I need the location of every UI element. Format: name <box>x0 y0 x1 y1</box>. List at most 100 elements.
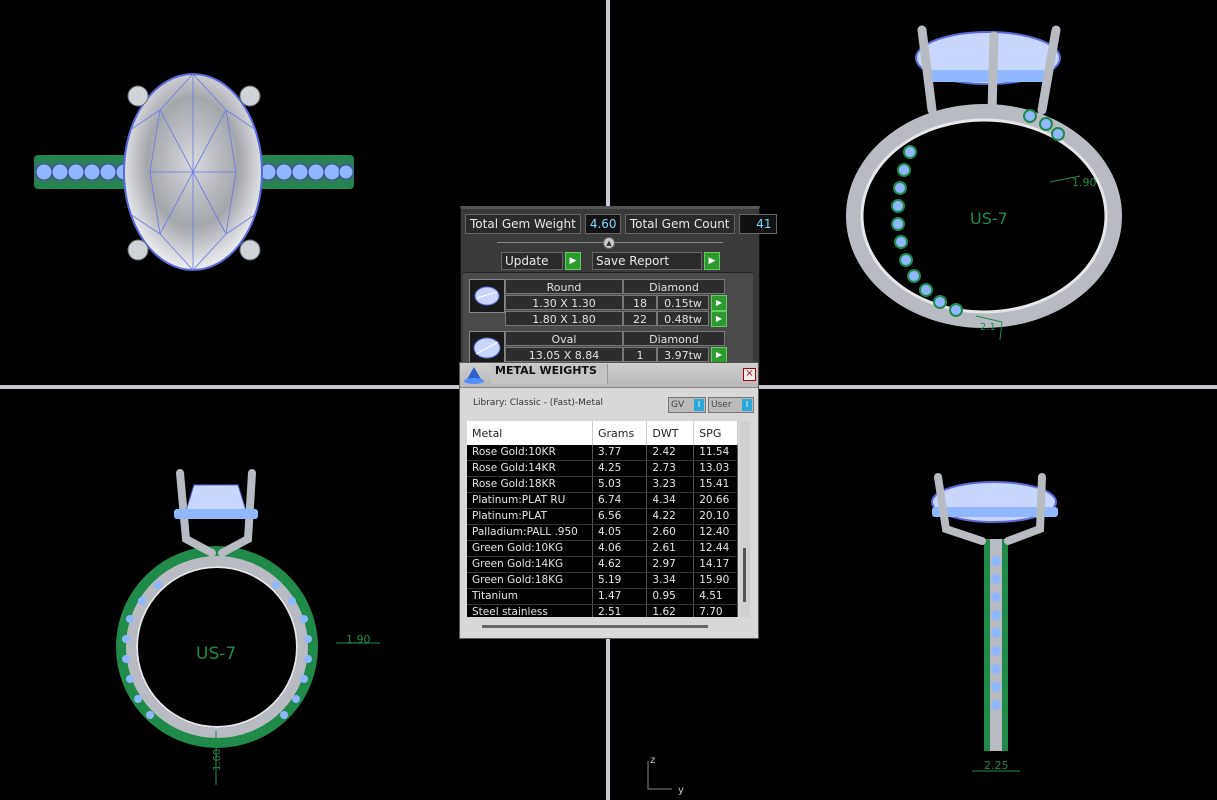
gem-weight: 0.15tw <box>657 295 709 310</box>
gem-material: Diamond <box>623 279 725 294</box>
gem-shape: Oval <box>505 331 623 346</box>
play-icon: ▶ <box>704 252 720 270</box>
table-cell: Titanium <box>467 588 593 605</box>
table-row[interactable]: Steel stainless 2.51 1.62 7.70 <box>467 604 738 617</box>
metal-weights-table: Metal Grams DWT SPG Rose Gold:10KR 3.77 2.… <box>467 421 738 617</box>
table-cell: 4.25 <box>592 460 648 477</box>
metal-table-body: Rose Gold:10KR 3.77 2.42 11.54 Rose Gold:14K… <box>467 445 738 617</box>
table-cell: 12.40 <box>693 524 738 541</box>
table-horizontal-scrollbar[interactable] <box>482 625 708 628</box>
total-gem-count-value: 41 <box>738 214 777 234</box>
gem-report-panel: Total Gem Weight 4.60 Total Gem Count 41… <box>460 206 777 368</box>
column-header[interactable]: Metal <box>467 421 593 445</box>
dimension-label: 1.90 <box>346 633 371 646</box>
table-cell: 20.10 <box>693 508 738 525</box>
play-icon[interactable]: ▶ <box>711 295 727 311</box>
table-cell: 1.47 <box>592 588 648 605</box>
library-label: Library: Classic - (Fast)-Metal <box>473 398 604 408</box>
gem-size: 1.30 X 1.30 <box>505 295 623 310</box>
update-button[interactable]: Update ▶ <box>501 252 581 270</box>
axis-y-label: y <box>678 785 684 796</box>
oval-gem-thumbnail[interactable] <box>469 331 505 365</box>
dimension-label: 1.90 <box>1072 176 1097 189</box>
table-cell: 12.44 <box>693 540 738 557</box>
table-row[interactable]: Titanium 1.47 0.95 4.51 <box>467 588 738 605</box>
toggle-knob-icon: I <box>742 399 752 411</box>
metal-weights-titlebar[interactable]: METAL WEIGHTS × <box>460 363 758 388</box>
table-cell: Platinum:PLAT <box>467 508 593 525</box>
total-gem-weight-label: Total Gem Weight <box>465 214 581 234</box>
table-cell: 3.77 <box>592 445 648 461</box>
table-cell: 14.17 <box>693 556 738 573</box>
gv-toggle[interactable]: GV I <box>668 397 706 413</box>
table-cell: Rose Gold:10KR <box>467 445 593 461</box>
save-report-button[interactable]: Save Report ▶ <box>592 252 720 270</box>
table-cell: 5.19 <box>592 572 648 589</box>
metal-weights-title: METAL WEIGHTS <box>491 364 608 384</box>
gem-weight: 3.97tw <box>657 347 709 362</box>
column-header[interactable]: SPG <box>693 421 738 445</box>
table-cell: 2.97 <box>646 556 695 573</box>
metal-scale-icon <box>464 367 484 384</box>
table-row[interactable]: Platinum:PLAT RU 6.74 4.34 20.66 <box>467 492 738 509</box>
play-icon: ▶ <box>565 252 581 270</box>
column-header[interactable]: DWT <box>646 421 695 445</box>
dimension-label: 2.1 <box>980 322 996 333</box>
dimension-label: 1.60 <box>212 749 223 771</box>
table-cell: 4.05 <box>592 524 648 541</box>
table-vertical-scrollbar[interactable] <box>740 421 750 617</box>
column-header[interactable]: Grams <box>592 421 648 445</box>
table-row[interactable]: Green Gold:10KG 4.06 2.61 12.44 <box>467 540 738 557</box>
table-cell: Steel stainless <box>467 604 593 617</box>
table-cell: 2.73 <box>646 460 695 477</box>
close-icon[interactable]: × <box>743 368 756 381</box>
table-cell: 15.41 <box>693 476 738 493</box>
metal-weights-panel: METAL WEIGHTS × Library: Classic - (Fast… <box>459 362 759 639</box>
table-cell: 0.95 <box>646 588 695 605</box>
table-cell: Platinum:PLAT RU <box>467 492 593 509</box>
table-cell: 4.62 <box>592 556 648 573</box>
table-cell: 4.22 <box>646 508 695 525</box>
gem-size: 13.05 X 8.84 <box>505 347 623 362</box>
table-cell: 5.03 <box>592 476 648 493</box>
table-row[interactable]: Rose Gold:14KR 4.25 2.73 13.03 <box>467 460 738 477</box>
table-cell: Green Gold:18KG <box>467 572 593 589</box>
table-cell: Green Gold:10KG <box>467 540 593 557</box>
table-cell: 3.23 <box>646 476 695 493</box>
gem-group-list: Round Diamond 1.30 X 1.30 18 0.15tw ▶ 1.… <box>463 272 753 365</box>
table-cell: 4.51 <box>693 588 738 605</box>
user-toggle[interactable]: User I <box>708 397 754 413</box>
table-cell: 2.51 <box>592 604 648 617</box>
table-row[interactable]: Green Gold:18KG 5.19 3.34 15.90 <box>467 572 738 589</box>
table-cell: 15.90 <box>693 572 738 589</box>
dimension-label: 2.25 <box>984 759 1009 772</box>
ring-size-label: US-7 <box>196 644 236 664</box>
table-cell: 3.34 <box>646 572 695 589</box>
table-row[interactable]: Rose Gold:18KR 5.03 3.23 15.41 <box>467 476 738 493</box>
play-icon[interactable]: ▶ <box>711 311 727 327</box>
table-header-row: Metal Grams DWT SPG <box>467 421 738 445</box>
table-row[interactable]: Green Gold:14KG 4.62 2.97 14.17 <box>467 556 738 573</box>
gem-count: 1 <box>623 347 657 362</box>
scrollbar-thumb[interactable] <box>743 548 746 602</box>
total-gem-weight-value: 4.60 <box>584 214 621 234</box>
table-cell: 4.06 <box>592 540 648 557</box>
axis-z-label: z <box>650 755 655 766</box>
panel-slider-handle[interactable]: ▲ <box>603 237 615 249</box>
table-row[interactable]: Palladium:PALL .950 4.05 2.60 12.40 <box>467 524 738 541</box>
ring-size-label: US-7 <box>970 209 1008 228</box>
table-row[interactable]: Rose Gold:10KR 3.77 2.42 11.54 <box>467 445 738 461</box>
table-cell: 7.70 <box>693 604 738 617</box>
table-cell: 11.54 <box>693 445 738 461</box>
toggle-knob-icon: I <box>694 399 704 411</box>
table-cell: Rose Gold:14KR <box>467 460 593 477</box>
round-gem-thumbnail[interactable] <box>469 279 505 313</box>
play-icon[interactable]: ▶ <box>711 347 727 363</box>
table-row[interactable]: Platinum:PLAT 6.56 4.22 20.10 <box>467 508 738 525</box>
gem-totals-row: Total Gem Weight 4.60 Total Gem Count 41 <box>465 214 777 234</box>
gem-count: 22 <box>623 311 657 326</box>
table-cell: 6.56 <box>592 508 648 525</box>
table-cell: 2.60 <box>646 524 695 541</box>
table-cell: 1.62 <box>646 604 695 617</box>
table-cell: Green Gold:14KG <box>467 556 593 573</box>
